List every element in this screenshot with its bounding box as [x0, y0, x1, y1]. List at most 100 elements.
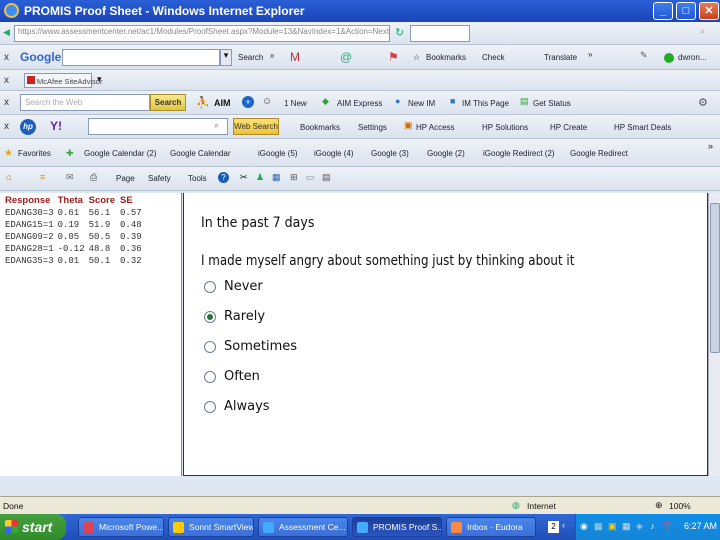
- chevron-left-icon[interactable]: ‹: [562, 520, 565, 530]
- task-assessment[interactable]: Assessment Ce...: [258, 517, 348, 537]
- feeds-icon[interactable]: ≡: [40, 172, 45, 182]
- tray-icon[interactable]: ◉: [580, 521, 588, 532]
- answer-option[interactable]: Sometimes: [204, 339, 297, 357]
- task-count-badge[interactable]: 2: [548, 521, 559, 533]
- hp-settings-menu[interactable]: Settings: [358, 123, 387, 132]
- close-toolbar-icon[interactable]: x: [4, 75, 9, 86]
- hp-smart-deals-button[interactable]: HP Smart Deals: [614, 123, 671, 132]
- add-favorite-icon[interactable]: ✚: [66, 148, 74, 159]
- chevron-down-icon[interactable]: ▾: [97, 74, 102, 85]
- note-icon[interactable]: ▭: [306, 172, 315, 183]
- scrollbar-thumb[interactable]: [710, 203, 720, 353]
- favorite-item[interactable]: Google (2): [427, 149, 465, 158]
- home-icon[interactable]: ⌂: [6, 172, 11, 182]
- back-arrow-icon[interactable]: ◀: [3, 27, 10, 38]
- bookmarks-menu[interactable]: Bookmarks: [426, 53, 466, 62]
- help-icon[interactable]: ?: [218, 172, 229, 183]
- plus-icon[interactable]: +: [242, 96, 254, 108]
- gmail-icon[interactable]: M: [290, 50, 300, 64]
- research-icon[interactable]: ✂: [240, 172, 248, 183]
- more-chevron-2[interactable]: »: [588, 50, 592, 59]
- task-promis[interactable]: PROMIS Proof S...: [352, 517, 442, 537]
- safety-menu[interactable]: Safety: [148, 174, 171, 183]
- check-spelling-button[interactable]: Check: [482, 53, 505, 62]
- task-smartview[interactable]: Sonnt SmartView: [168, 517, 254, 537]
- favorite-item[interactable]: iGoogle (4): [314, 149, 354, 158]
- google-search-button[interactable]: Search: [238, 53, 263, 62]
- aim-label[interactable]: AIM: [214, 98, 231, 108]
- pagerank-icon[interactable]: ⚑: [388, 50, 399, 64]
- favorite-item[interactable]: Google (3): [371, 149, 409, 158]
- zoom-icon[interactable]: ⊕: [655, 500, 663, 511]
- radio-button[interactable]: [204, 310, 216, 323]
- star-icon[interactable]: ☆: [413, 53, 420, 62]
- im-this-page-button[interactable]: IM This Page: [462, 99, 509, 108]
- google-search-input[interactable]: [62, 49, 220, 66]
- answer-option[interactable]: Never: [204, 279, 263, 297]
- security-shield-icon[interactable]: ⛨: [664, 521, 671, 532]
- yahoo-search-input[interactable]: [88, 118, 228, 135]
- search-button[interactable]: Search: [150, 94, 186, 111]
- favorite-item[interactable]: Google Calendar: [170, 149, 230, 158]
- settings-gear-icon[interactable]: ⚙: [698, 96, 708, 109]
- messenger-icon[interactable]: ♟: [256, 172, 264, 183]
- more-favorites-chevron[interactable]: »: [708, 141, 713, 151]
- tray-icon[interactable]: ▣: [608, 521, 617, 532]
- vertical-scrollbar[interactable]: [708, 193, 720, 476]
- hp-bookmarks-menu[interactable]: Bookmarks: [300, 123, 340, 132]
- maximize-button[interactable]: □: [676, 2, 696, 20]
- hp-access-button[interactable]: HP Access: [416, 123, 455, 132]
- tray-icon[interactable]: ▦: [622, 521, 631, 532]
- print-preview-icon[interactable]: ▤: [322, 172, 331, 183]
- refresh-icon[interactable]: ↻: [395, 26, 404, 39]
- close-toolbar-icon[interactable]: x: [4, 52, 9, 63]
- task-eudora[interactable]: Inbox - Eudora: [446, 517, 536, 537]
- search-icon[interactable]: ⌕: [700, 26, 705, 37]
- radio-button[interactable]: [204, 280, 216, 293]
- radio-button[interactable]: [204, 370, 216, 383]
- close-button[interactable]: ✕: [699, 2, 719, 20]
- tools-menu[interactable]: Tools: [188, 174, 207, 183]
- print-icon[interactable]: ⎙: [90, 172, 97, 183]
- tray-icon[interactable]: ▩: [594, 521, 603, 532]
- aim-express-button[interactable]: AIM Express: [337, 99, 382, 108]
- task-powerpoint[interactable]: Microsoft Powe...: [78, 517, 164, 537]
- tray-icon[interactable]: ◈: [636, 521, 643, 532]
- new-messages[interactable]: 1 New: [284, 99, 307, 108]
- favorite-item[interactable]: iGoogle (5): [258, 149, 298, 158]
- hp-solutions-button[interactable]: HP Solutions: [482, 123, 528, 132]
- wrench-icon[interactable]: ✎: [640, 50, 648, 61]
- favorite-item[interactable]: Google Calendar (2): [84, 149, 156, 158]
- answer-option[interactable]: Always: [204, 399, 270, 417]
- live-search-input[interactable]: [410, 25, 470, 42]
- translate-button[interactable]: Translate: [544, 53, 577, 62]
- favorite-item[interactable]: iGoogle Redirect (2): [483, 149, 555, 158]
- lock-icon[interactable]: ⊞: [290, 172, 298, 183]
- blog-icon[interactable]: ▦: [272, 172, 281, 183]
- user-menu[interactable]: dwron...: [678, 53, 706, 62]
- dropdown-arrow-icon[interactable]: ▾: [220, 49, 232, 66]
- close-toolbar-icon[interactable]: x: [4, 121, 9, 132]
- table-cell: -0.12: [57, 244, 85, 254]
- minimize-button[interactable]: _: [653, 2, 673, 20]
- clock[interactable]: 6:27 AM: [684, 521, 717, 531]
- new-im-button[interactable]: New IM: [408, 99, 435, 108]
- search-icon[interactable]: ⌕: [214, 120, 219, 131]
- favorites-button[interactable]: Favorites: [18, 149, 51, 158]
- mail-icon[interactable]: ✉: [66, 172, 74, 183]
- web-search-input[interactable]: Search the Web: [20, 94, 150, 111]
- spiral-icon[interactable]: @: [340, 50, 352, 64]
- web-search-button[interactable]: Web Search: [233, 118, 279, 135]
- close-toolbar-icon[interactable]: x: [4, 97, 9, 108]
- more-chevron[interactable]: »: [270, 51, 274, 60]
- hp-create-button[interactable]: HP Create: [550, 123, 587, 132]
- answer-option[interactable]: Often: [204, 369, 260, 387]
- answer-option[interactable]: Rarely: [204, 309, 265, 327]
- page-menu[interactable]: Page: [116, 174, 135, 183]
- favorite-item[interactable]: Google Redirect: [570, 149, 628, 158]
- radio-button[interactable]: [204, 340, 216, 353]
- get-status-button[interactable]: Get Status: [533, 99, 571, 108]
- radio-button[interactable]: [204, 400, 216, 413]
- zoom-level[interactable]: 100%: [669, 501, 691, 511]
- volume-icon[interactable]: ♪: [650, 521, 655, 531]
